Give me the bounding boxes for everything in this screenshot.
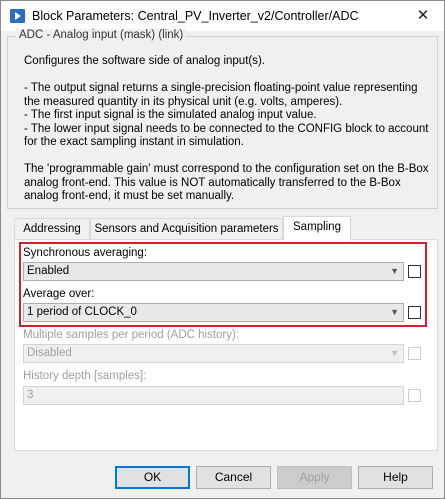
history-depth-label: History depth [samples]: (23, 370, 147, 382)
description-legend: ADC - Analog input (mask) (link) (16, 29, 187, 41)
tab-sensors-acquisition[interactable]: Sensors and Acquisition parameters (90, 218, 283, 240)
close-icon[interactable]: ✕ (402, 1, 444, 31)
tab-sampling[interactable]: Sampling (283, 216, 351, 241)
history-depth-input[interactable]: 3 (23, 386, 404, 405)
description-line: - The output signal returns a single-pre… (24, 82, 421, 108)
tab-addressing[interactable]: Addressing (14, 218, 90, 240)
ok-button[interactable]: OK (115, 466, 190, 489)
tab-strip: Addressing Sensors and Acquisition param… (14, 216, 438, 241)
multi-samples-checkbox[interactable] (408, 347, 421, 360)
description-line: - The lower input signal needs to be con… (24, 122, 432, 149)
description-group: ADC - Analog input (mask) (link) Configu… (7, 29, 438, 209)
history-depth-checkbox[interactable] (408, 389, 421, 402)
apply-button[interactable]: Apply (277, 466, 352, 489)
description-line: The 'programmable gain' must correspond … (24, 163, 432, 202)
window-title: Block Parameters: Central_PV_Inverter_v2… (32, 9, 359, 23)
simulink-block-icon (10, 9, 25, 23)
highlight-box (19, 242, 427, 327)
cancel-button[interactable]: Cancel (196, 466, 271, 489)
multi-samples-value: Disabled (27, 347, 72, 359)
title-bar[interactable]: Block Parameters: Central_PV_Inverter_v2… (1, 1, 444, 31)
block-parameters-dialog: Block Parameters: Central_PV_Inverter_v2… (0, 0, 445, 499)
multi-samples-dropdown[interactable]: Disabled ▼ (23, 344, 404, 363)
help-button[interactable]: Help (358, 466, 433, 489)
multi-samples-label: Multiple samples per period (ADC history… (23, 329, 240, 341)
description-text: Configures the software side of analog i… (24, 55, 429, 204)
chevron-down-icon: ▼ (390, 348, 399, 358)
description-line: Configures the software side of analog i… (24, 55, 265, 67)
description-line: - The first input signal is the simulate… (24, 109, 317, 121)
